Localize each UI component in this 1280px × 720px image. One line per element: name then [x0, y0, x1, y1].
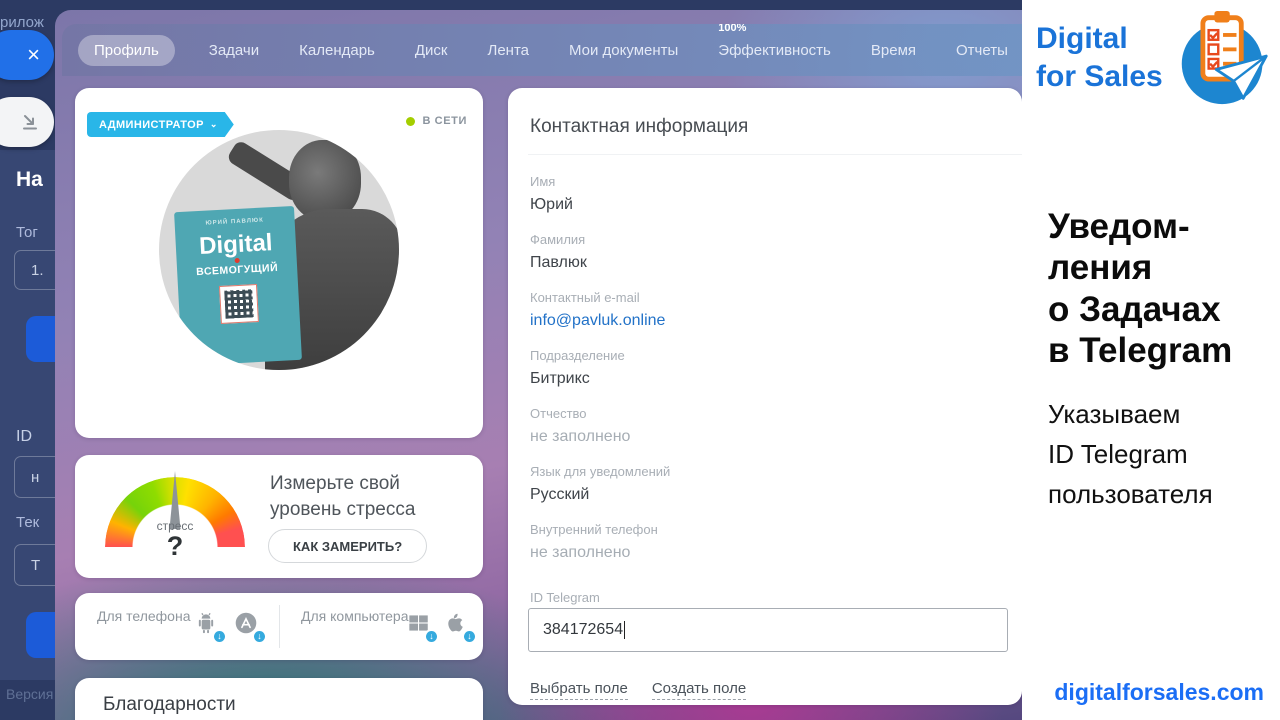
nav-tab-feed[interactable]: Лента [481, 35, 535, 66]
website-link[interactable]: digitalforsales.com [1054, 679, 1264, 706]
slide-field-label-fragment: Тог [16, 224, 38, 241]
left-slideover-strip: рилож × На Тог 1. ID н Тек Т Версия [0, 0, 86, 720]
contact-fields: Имя Юрий Фамилия Павлюк Контактный e-mai… [530, 172, 1000, 578]
profile-card: АДМИНИСТРАТОР ⌄ В СЕТИ ЮРИЙ ПАВЛЮК Digit… [75, 88, 483, 438]
slide-panel-heading-fragment: На [16, 168, 43, 191]
stress-gauge: стресс ? [105, 467, 245, 567]
field-email: Контактный e-mail info@pavluk.online [530, 288, 1000, 333]
avatar[interactable]: ЮРИЙ ПАВЛЮК Digital ВСЕМОГУЩИЙ [159, 130, 399, 370]
appstore-download-button[interactable]: ↓ [233, 610, 267, 644]
book-subtitle: ВСЕМОГУЩИЙ [196, 262, 279, 279]
desktop-apps-label: Для компьютера [301, 608, 409, 624]
text-caret [624, 621, 626, 639]
download-badge-icon: ↓ [462, 629, 477, 644]
download-badge-icon: ↓ [252, 629, 267, 644]
panel-subtitle: Указываем ID Telegram пользователя [1048, 399, 1213, 510]
online-dot-icon [406, 116, 416, 126]
efficiency-badge: 100% [718, 24, 747, 34]
book-title: Digital [198, 229, 274, 261]
select-field-link[interactable]: Выбрать поле [530, 680, 628, 700]
apps-card: Для телефона ↓ ↓ Для компьютера ↓ ↓ [75, 593, 483, 660]
qr-code [219, 284, 260, 325]
field-middle-name: Отчество не заполнено [530, 406, 631, 445]
screen: рилож × На Тог 1. ID н Тек Т Версия Проф… [0, 0, 1280, 720]
nav-tab-disk[interactable]: Диск [409, 35, 454, 66]
contact-card-title: Контактная информация [530, 116, 749, 137]
nav-tab-profile[interactable]: Профиль [78, 34, 175, 66]
brand-logo-icon [1181, 10, 1268, 105]
android-download-button[interactable]: ↓ [193, 610, 227, 644]
contact-info-card: Контактная информация Имя Юрий Фамилия П… [508, 88, 1022, 705]
book-author: ЮРИЙ ПАВЛЮК [205, 217, 265, 227]
download-badge-icon: ↓ [424, 629, 439, 644]
book-dot-icon [234, 258, 240, 264]
stress-text: Измерьте свой уровень стресса [270, 473, 416, 520]
nav-tab-reports[interactable]: Отчеты [950, 35, 1014, 66]
app-title-fragment: рилож [0, 14, 44, 31]
field-last-name: Фамилия Павлюк [530, 232, 587, 271]
divider [528, 154, 1022, 155]
panel-title: Уведом- ления о Задачах в Telegram [1048, 207, 1233, 370]
email-link[interactable]: info@pavluk.online [530, 308, 1000, 333]
field-department: Подразделение Битрикс [530, 348, 625, 387]
create-field-link[interactable]: Создать поле [651, 680, 747, 700]
avatar-book: ЮРИЙ ПАВЛЮК Digital ВСЕМОГУЩИЙ [174, 206, 303, 366]
brand-panel: Digital for Sales Уведом- ления о Задача… [1022, 0, 1280, 720]
slide-text-label-fragment: Тек [16, 514, 40, 531]
chevron-down-icon: ⌄ [209, 119, 218, 129]
role-badge[interactable]: АДМИНИСТРАТОР ⌄ [87, 112, 234, 137]
id-telegram-input[interactable]: 384172654 [528, 608, 1008, 652]
divider [279, 605, 280, 648]
close-icon: × [27, 42, 40, 67]
gratitude-card: Благодарности [75, 678, 483, 720]
brand-name: Digital for Sales [1036, 22, 1163, 93]
gauge-question-mark: ? [166, 531, 184, 561]
version-fragment: Версия [6, 686, 54, 702]
slide-id-label-fragment: ID [16, 428, 32, 445]
gratitude-title: Благодарности [103, 694, 236, 715]
top-nav: Профиль Задачи Календарь Диск Лента Мои … [62, 24, 1022, 76]
how-to-measure-button[interactable]: КАК ЗАМЕРИТЬ? [268, 529, 428, 563]
nav-tab-calendar[interactable]: Календарь [293, 35, 381, 66]
stress-card: стресс ? Измерьте свой уровень стресса К… [75, 455, 483, 578]
phone-apps-label: Для телефона [97, 608, 191, 624]
nav-tab-efficiency[interactable]: 100% Эффективность [712, 24, 837, 66]
field-first-name: Имя Юрий [530, 174, 573, 213]
download-badge-icon: ↓ [212, 629, 227, 644]
close-button[interactable]: × [0, 30, 54, 80]
nav-tab-documents[interactable]: Мои документы [563, 35, 684, 66]
collapse-button[interactable] [0, 97, 54, 147]
online-status: В СЕТИ [406, 115, 467, 127]
nav-tab-time[interactable]: Время [865, 35, 922, 66]
windows-download-button[interactable]: ↓ [405, 610, 439, 644]
field-links: Выбрать поле Создать поле [530, 680, 747, 700]
collapse-icon [23, 115, 37, 130]
macos-download-button[interactable]: ↓ [443, 610, 477, 644]
id-telegram-label: ID Telegram [530, 590, 600, 605]
field-notification-language: Язык для уведомлений Русский [530, 464, 671, 503]
nav-tab-tasks[interactable]: Задачи [203, 35, 265, 66]
field-internal-phone: Внутренний телефон не заполнено [530, 522, 658, 561]
